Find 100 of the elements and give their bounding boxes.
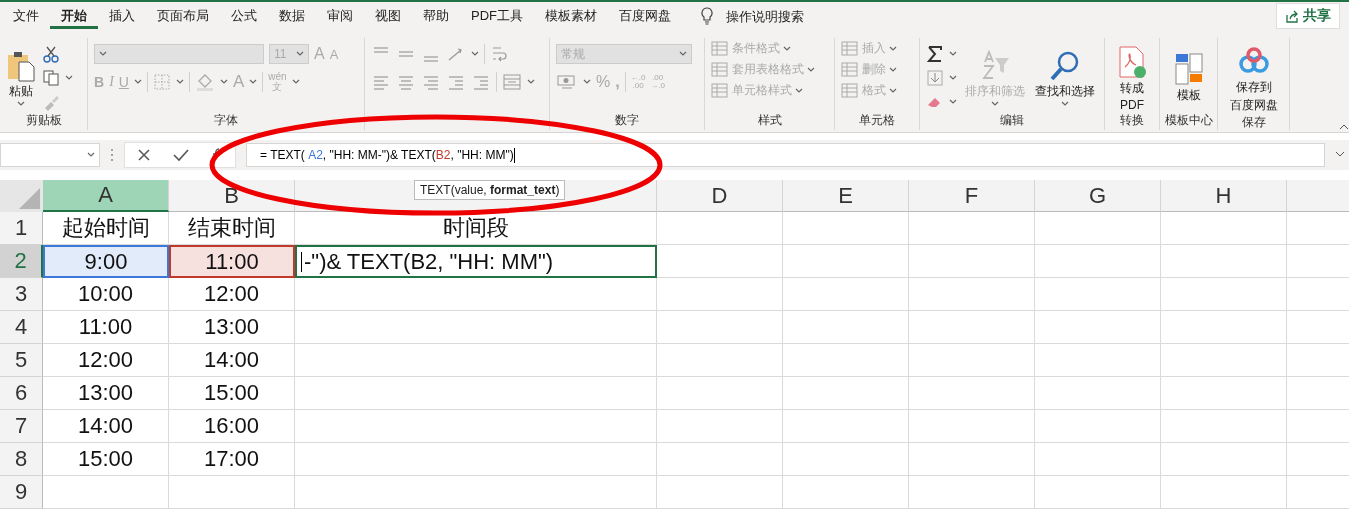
table-cell: 17:00 [169,443,295,476]
table-cell: 12:00 [43,344,169,377]
row-header[interactable]: 6 [0,377,43,410]
row-header[interactable]: 5 [0,344,43,377]
column-header[interactable]: D [657,180,783,212]
column-header[interactable]: F [909,180,1035,212]
caret-icon [471,51,479,57]
table-cell: 14:00 [43,410,169,443]
menu-tab[interactable]: 页面布局 [146,3,220,29]
menu-tab[interactable]: 审阅 [316,3,364,29]
caret-icon [949,75,957,81]
caret-icon [99,51,107,57]
sigma-icon[interactable] [926,45,944,63]
menu-tab[interactable]: 数据 [268,3,316,29]
table-cell: 14:00 [169,344,295,377]
group-label: 样式 [757,112,782,129]
caret-icon [807,66,815,73]
align-left-icon[interactable] [371,73,391,91]
align-center-icon[interactable] [396,73,416,91]
caret-icon [889,66,897,73]
find-select-button[interactable]: 查找和选择 [1033,49,1097,107]
cancel-icon[interactable] [137,148,151,162]
font-name-field[interactable] [94,44,264,64]
menu-tab[interactable]: PDF工具 [460,3,534,29]
formula-field[interactable]: = TEXT( A2, "HH: MM-")& TEXT(B2, "HH: MM") [246,143,1325,167]
menu-tab[interactable]: 视图 [364,3,412,29]
menu-tab[interactable]: 插入 [98,3,146,29]
caret-icon [949,51,957,57]
caret-icon [65,75,73,81]
table-cell: 时间段 [295,212,657,245]
paste-button[interactable]: 粘贴 [6,49,36,107]
row-header[interactable]: 9 [0,476,43,509]
search-field[interactable]: 操作说明搜索 [700,7,848,25]
group-label: 模板中心 [1164,112,1213,129]
fill-down-icon[interactable] [926,69,944,87]
caret-icon [296,51,304,57]
menu-tab[interactable]: 模板素材 [534,3,608,29]
collapse-ribbon-icon[interactable] [1339,122,1349,130]
layout-icon [1173,52,1204,86]
caret-icon [87,152,95,158]
save-to-cloud-button[interactable]: 保存到 百度网盘 [1229,44,1278,114]
select-all-icon[interactable] [0,180,43,212]
table-cell: 起始时间 [43,212,169,245]
row-header[interactable]: 4 [0,311,43,344]
grid-icon [841,82,859,99]
column-header[interactable]: H [1161,180,1287,212]
group-label: 转换 [1120,112,1144,129]
merge-cells-icon[interactable] [502,73,522,91]
menu-tab[interactable]: 公式 [220,3,268,29]
caret-icon [133,79,142,85]
group-label: 单元格 [859,112,895,129]
currency-icon[interactable] [556,73,578,91]
caret-icon [949,99,957,105]
grid-icon [711,61,729,78]
row-header[interactable]: 7 [0,410,43,443]
fill-color-icon[interactable] [194,73,215,91]
copy-icon[interactable] [42,69,60,87]
column-header[interactable]: A [43,180,169,212]
border-icon[interactable] [152,73,171,91]
caret-icon [249,79,258,85]
share-button[interactable]: 共享 [1276,3,1340,29]
more-icon[interactable] [110,148,114,162]
align-right-icon[interactable] [421,73,441,91]
caret-icon [17,100,25,107]
column-header[interactable]: E [783,180,909,212]
table-cell: 11:00 [169,245,295,278]
check-icon[interactable] [173,148,189,162]
column-header[interactable]: B [169,180,295,212]
template-button[interactable]: 模板 [1173,52,1204,104]
row-header[interactable]: 8 [0,443,43,476]
column-header[interactable]: G [1035,180,1161,212]
row-header[interactable]: 1 [0,212,43,245]
group-label: 编辑 [1000,112,1024,129]
expand-icon[interactable] [1335,151,1345,159]
function-tooltip: TEXT(value, format_text) [414,180,566,200]
scissors-icon[interactable] [42,45,60,63]
menu-tab[interactable]: 文件 [2,3,50,29]
menu-tab[interactable]: 百度网盘 [608,3,682,29]
caret-icon [219,79,228,85]
convert-pdf-button[interactable]: 转成 PDF [1117,44,1147,112]
caret-icon [795,87,803,94]
group-label: 保存 [1241,114,1266,131]
name-box[interactable] [0,143,100,167]
grid-icon [841,40,859,57]
row-header[interactable]: 3 [0,278,43,311]
table-cell: 9:00 [43,245,169,278]
caret-icon [527,79,535,85]
sort-filter-icon [979,49,1011,82]
table-cell: 结束时间 [169,212,295,245]
increase-indent-icon[interactable] [471,73,491,91]
grid-icon [711,40,729,57]
caret-icon [679,51,687,57]
table-cell: 13:00 [169,311,295,344]
menu-tab[interactable]: 帮助 [412,3,460,29]
editing-cell[interactable]: -")& TEXT(B2, "HH: MM") [295,245,657,278]
row-header[interactable]: 2 [0,245,43,278]
decrease-indent-icon[interactable] [446,73,466,91]
search-icon [1049,49,1081,82]
wrap-text-icon[interactable] [490,44,510,64]
table-cell: 10:00 [43,278,169,311]
